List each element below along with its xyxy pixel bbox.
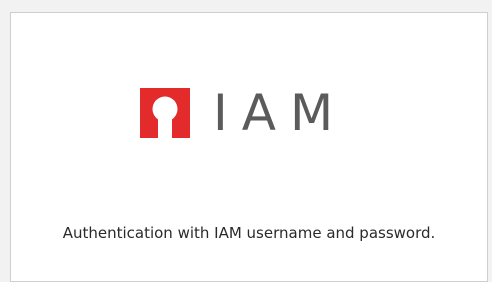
auth-description: Authentication with IAM username and pas… <box>62 224 436 242</box>
iam-logo: IAM <box>140 82 347 144</box>
auth-option-card[interactable]: IAM Authentication with IAM username and… <box>10 12 488 282</box>
logo-text: IAM <box>213 84 348 142</box>
iam-logo-icon <box>140 88 190 138</box>
